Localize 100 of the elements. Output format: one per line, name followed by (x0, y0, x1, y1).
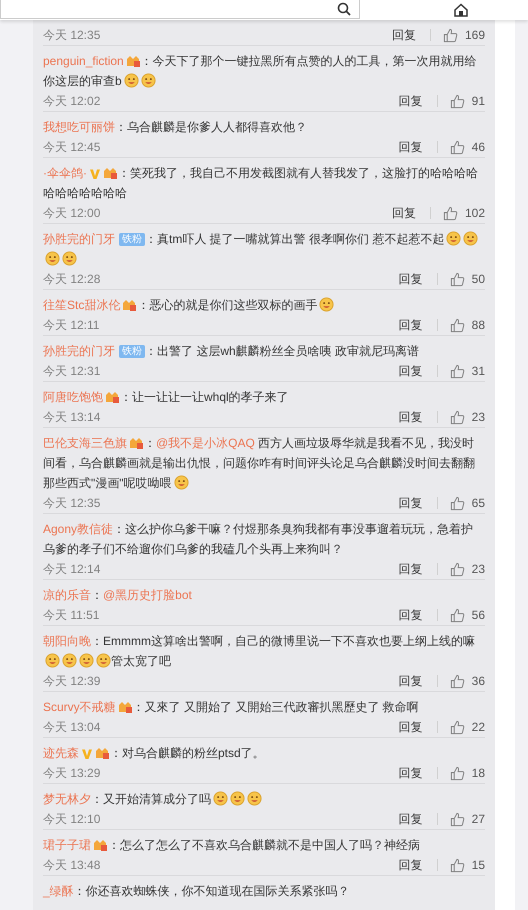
comment-time: 今天 12:28 (43, 270, 102, 288)
comment-text: 凉的乐音：@黑历史打脸bot (43, 587, 193, 604)
reply-link[interactable]: 回复 (398, 764, 423, 782)
comment-text: Agony教信徒：这么护你乌爹干嘛？付煜那条臭狗我都有事没事遛着玩玩，急着护乌爹的孝子们不给遛你们乌爹的我磕几个头再上来狗叫？ (43, 521, 474, 558)
emoji-icon (96, 653, 111, 668)
like-count: 91 (472, 94, 485, 108)
user-name[interactable]: 巴伦支海三色旗 (43, 436, 127, 450)
comment-time: 今天 13:29 (43, 764, 102, 782)
user-name[interactable]: 珺子子珺 (43, 838, 91, 852)
like-count: 18 (472, 766, 485, 780)
comment-time: 今天 12:00 (43, 204, 102, 222)
comment-text: 我想吃可丽饼：乌合麒麟是你爹人人都得喜欢他？ (43, 119, 308, 136)
like-icon[interactable] (450, 608, 465, 622)
reply-link[interactable]: 回复 (398, 560, 423, 578)
comment-text: 朝阳向晚：Emmmm这算啥出警啊，自己的微博里说一下不喜欢也要上纲上线的嘛 管太宽了吧 (43, 633, 476, 670)
comment-time: 今天 11:51 (43, 606, 100, 624)
like-icon[interactable] (450, 720, 465, 734)
like-icon[interactable] (450, 272, 465, 286)
reply-link[interactable]: 回复 (398, 718, 423, 736)
like-count: 46 (472, 140, 485, 154)
emoji-icon (247, 791, 262, 806)
like-icon[interactable] (450, 812, 465, 826)
comment-time: 今天 12:39 (43, 672, 102, 690)
reply-link[interactable]: 回复 (398, 362, 423, 380)
emoji-icon (319, 297, 334, 312)
like-icon[interactable] (450, 766, 465, 780)
home-icon[interactable] (454, 3, 468, 17)
user-name[interactable]: Agony教信徒 (43, 522, 114, 536)
verified-icon (89, 168, 101, 180)
like-count: 36 (472, 674, 485, 688)
like-icon[interactable] (450, 318, 465, 332)
reply-link[interactable]: 回复 (398, 270, 423, 288)
comment-text: 珺子子珺 ：怎么了怎么了不喜欢乌合麒麟就不是中国人了吗？神经病 (43, 837, 421, 854)
like-icon[interactable] (450, 94, 465, 108)
comment-text: 往笙Stc甜冰伦 ：恶心的就是你们这些双标的画手 (43, 295, 485, 315)
like-icon[interactable] (450, 562, 465, 576)
reply-link[interactable]: 回复 (398, 138, 423, 156)
user-name[interactable]: 孙胜完的门牙 (43, 232, 115, 246)
comment-time: 今天 12:45 (43, 138, 102, 156)
verified-icon (81, 748, 93, 760)
user-name[interactable]: _绿酥 (43, 884, 74, 898)
user-name[interactable]: 朝阳向晚 (43, 634, 91, 648)
mention-link[interactable]: @我不是小冰QAQ (156, 436, 255, 450)
reply-link[interactable]: 回复 (398, 810, 423, 828)
comment-text: 迹先森 ：对乌合麒麟的粉丝ptsd了。 (43, 745, 266, 762)
user-name[interactable]: 凉的乐音 (43, 588, 91, 602)
crown-badge-icon (129, 436, 144, 450)
user-name[interactable]: 迹先森 (43, 746, 79, 760)
search-field[interactable] (0, 0, 360, 19)
comment-time: 今天 12:10 (43, 810, 102, 828)
user-name[interactable]: ·伞伞鸽· (43, 166, 87, 180)
like-icon[interactable] (442, 28, 458, 42)
comment-time: 今天 13:48 (43, 856, 102, 874)
crown-badge-icon (126, 54, 141, 68)
like-count: 27 (472, 812, 485, 826)
comment-time: 今天 12:11 (43, 316, 100, 334)
emoji-icon (79, 653, 94, 668)
reply-link[interactable]: 回复 (392, 26, 416, 44)
like-icon[interactable] (450, 858, 465, 872)
user-name[interactable]: 梦无林夕 (43, 792, 91, 806)
reply-link[interactable]: 回复 (398, 606, 423, 624)
emoji-icon (446, 231, 462, 246)
crown-badge-icon (93, 838, 108, 852)
comment-time: 今天 12:35 (43, 26, 102, 44)
emoji-icon (45, 251, 60, 266)
like-icon[interactable] (450, 140, 465, 154)
like-icon[interactable] (450, 674, 465, 688)
like-icon[interactable] (450, 364, 465, 378)
user-name[interactable]: 我想吃可丽饼 (43, 120, 115, 134)
reply-link[interactable]: 回复 (392, 204, 416, 222)
reply-link[interactable]: 回复 (398, 408, 423, 426)
comment-text: 巴伦支海三色旗 ：@我不是小冰QAQ 西方人画垃圾辱华就是我看不见，我没时间看，乌合麒麟画就是输出仇恨，问题你咋有时间评头论足乌合麒麟没时间去翻翻那些西式"漫画"呢哎呦喂 (43, 435, 476, 492)
comment-time: 今天 12:02 (43, 92, 102, 110)
emoji-icon (62, 653, 77, 668)
like-count: 88 (472, 318, 485, 332)
reply-link[interactable]: 回复 (398, 672, 423, 690)
like-icon[interactable] (450, 496, 465, 510)
reply-link[interactable]: 回复 (398, 494, 423, 512)
like-count: 102 (464, 206, 485, 220)
user-name[interactable]: 孙胜完的门牙 (43, 344, 115, 358)
user-name[interactable]: 阿唐吃饱饱 (43, 390, 103, 404)
reply-link[interactable]: 回复 (398, 92, 423, 110)
search-icon[interactable] (337, 2, 351, 16)
fan-badge: 铁粉 (119, 345, 145, 358)
user-name[interactable]: 往笙Stc甜冰伦 (43, 298, 120, 312)
mention-link[interactable]: @黑历史打脸bot (103, 588, 192, 602)
user-name[interactable]: Scurvy不戒糖 (43, 700, 116, 714)
crown-badge-icon (122, 298, 138, 312)
comment-time: 今天 12:31 (43, 362, 102, 380)
user-name[interactable]: penguin_fiction (43, 54, 124, 68)
like-count: 169 (464, 28, 485, 42)
comment-text: Scurvy不戒糖 ：又來了 又開始了 又開始三代政審扒黑歷史了 救命啊 (43, 699, 420, 716)
crown-badge-icon (103, 166, 118, 180)
like-icon[interactable] (450, 410, 465, 424)
comment-time: 今天 13:14 (43, 408, 102, 426)
reply-link[interactable]: 回复 (398, 316, 423, 334)
reply-link[interactable]: 回复 (398, 856, 423, 874)
emoji-icon (174, 475, 189, 490)
comment-text: 梦无林夕：又开始清算成分了吗 (43, 789, 485, 809)
like-icon[interactable] (442, 206, 458, 220)
